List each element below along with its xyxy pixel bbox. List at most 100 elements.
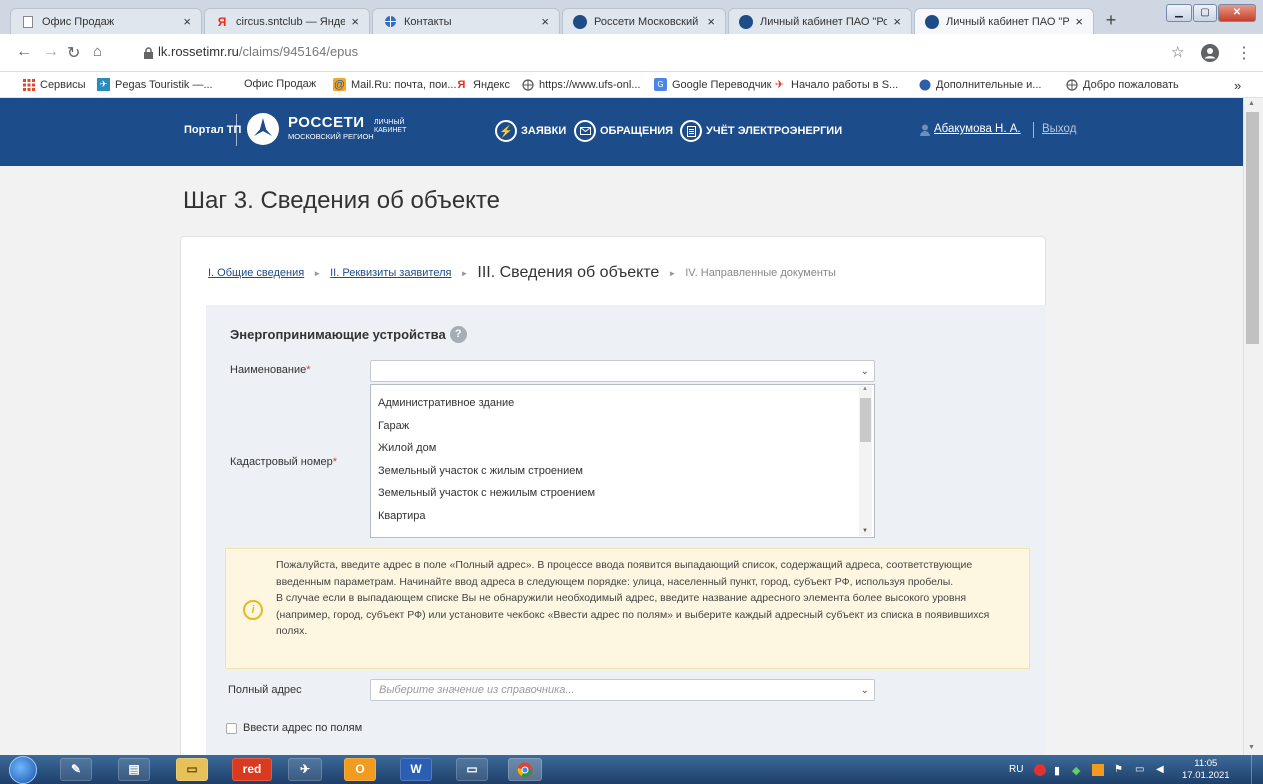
bookmark-google-translate[interactable]: G Google Переводчик bbox=[654, 78, 772, 91]
url-field[interactable]: lk.rossetimr.ru/claims/945164/epus bbox=[158, 44, 358, 59]
full-address-select[interactable]: Выберите значение из справочника... ⌄ bbox=[370, 679, 875, 701]
yandex-icon: Я bbox=[457, 78, 466, 91]
tab-contacts[interactable]: Контакты × bbox=[372, 8, 560, 34]
bookmark-mailru[interactable]: @ Mail.Ru: почта, пои... bbox=[333, 78, 457, 91]
network-icon[interactable]: ▮ bbox=[1054, 764, 1060, 777]
nav-label: ОБРАЩЕНИЯ bbox=[600, 125, 674, 137]
chevron-down-icon[interactable]: ⌄ bbox=[861, 685, 869, 696]
paint-icon[interactable]: ✎ bbox=[60, 758, 92, 781]
clock[interactable]: 11:05 17.01.2021 bbox=[1182, 758, 1230, 782]
extension-icon bbox=[918, 78, 931, 91]
bookmarks-bar: Сервисы ✈ Pegas Touristik —... Офис Прод… bbox=[0, 72, 1263, 98]
kebab-menu-icon[interactable]: ⋮ bbox=[1236, 43, 1252, 63]
bookmark-ufs[interactable]: https://www.ufs-onl... bbox=[521, 78, 640, 91]
notepad-icon[interactable]: ▤ bbox=[118, 758, 150, 781]
bookmark-pegas[interactable]: ✈ Pegas Touristik —... bbox=[97, 78, 213, 91]
profile-icon[interactable] bbox=[1200, 43, 1220, 63]
address-by-fields-label[interactable]: Ввести адрес по полям bbox=[243, 722, 362, 734]
bookmarks-overflow-button[interactable]: » bbox=[1234, 78, 1241, 93]
dropdown-option[interactable]: Квартира bbox=[378, 510, 426, 522]
folder-icon[interactable]: ▭ bbox=[176, 758, 208, 781]
window-icon[interactable]: ▭ bbox=[456, 758, 488, 781]
new-tab-button[interactable]: + bbox=[1099, 10, 1123, 32]
breadcrumb-applicant-details[interactable]: II. Реквизиты заявителя bbox=[330, 267, 451, 279]
dropdown-option[interactable]: Жилой дом bbox=[378, 442, 436, 454]
bookmark-yandex[interactable]: Я Яндекс bbox=[455, 78, 510, 91]
info-paragraph-2: В случае если в выпадающем списке Вы не … bbox=[276, 592, 990, 637]
bookmark-office-sales[interactable]: Офис Продаж bbox=[244, 78, 316, 90]
minimize-button[interactable]: ▁ bbox=[1166, 4, 1192, 22]
word-icon[interactable]: W bbox=[400, 758, 432, 781]
outlook-icon[interactable]: O bbox=[344, 758, 376, 781]
scroll-up-icon[interactable]: ▲ bbox=[1248, 100, 1255, 107]
lock-icon bbox=[144, 47, 153, 59]
red-app-icon[interactable]: red bbox=[232, 758, 272, 781]
logout-link[interactable]: Выход bbox=[1042, 123, 1076, 135]
bookmark-getting-started[interactable]: ✈ Начало работы в S... bbox=[773, 78, 898, 92]
breadcrumb-sent-documents: IV. Направленные документы bbox=[685, 267, 836, 279]
breadcrumb-general-info[interactable]: I. Общие сведения bbox=[208, 267, 304, 279]
name-select[interactable]: ⌄ bbox=[370, 360, 875, 382]
tab-rosseti-region[interactable]: Россети Московский рег × bbox=[562, 8, 726, 34]
close-icon[interactable]: × bbox=[183, 14, 191, 29]
tab-personal-cabinet-1[interactable]: Личный кабинет ПАО "Ро × bbox=[728, 8, 912, 34]
antivirus-icon[interactable] bbox=[1034, 764, 1046, 776]
language-indicator[interactable]: RU bbox=[1009, 764, 1023, 775]
dropdown-option[interactable]: Административное здание bbox=[378, 397, 514, 409]
globe-icon bbox=[1065, 78, 1078, 91]
plane-icon: ✈ bbox=[774, 79, 785, 91]
tab-yandex-search[interactable]: Я circus.sntclub — Яндекс: н × bbox=[204, 8, 370, 34]
forward-icon[interactable]: → bbox=[43, 43, 59, 61]
bookmark-services[interactable]: Сервисы bbox=[22, 78, 86, 91]
outlook-tray-icon[interactable] bbox=[1092, 764, 1104, 776]
show-desktop-button[interactable] bbox=[1251, 755, 1263, 784]
close-icon[interactable]: × bbox=[541, 14, 549, 29]
scroll-down-icon[interactable]: ▼ bbox=[862, 528, 868, 534]
tray-app-icon[interactable]: ◆ bbox=[1072, 764, 1080, 777]
dropdown-option[interactable]: Гараж bbox=[378, 420, 409, 432]
display-icon[interactable]: ▭ bbox=[1135, 764, 1144, 775]
flag-icon[interactable]: ⚑ bbox=[1114, 764, 1123, 775]
name-dropdown-list[interactable]: Административное здание Гараж Жилой дом … bbox=[370, 384, 875, 538]
bookmark-welcome[interactable]: Добро пожаловать bbox=[1065, 78, 1179, 91]
close-icon[interactable]: × bbox=[707, 14, 715, 29]
close-icon[interactable]: × bbox=[893, 14, 901, 29]
dropdown-scrollbar-thumb[interactable] bbox=[860, 398, 871, 442]
pegas-icon: ✈ bbox=[97, 78, 110, 91]
portal-label[interactable]: Портал ТП bbox=[184, 124, 241, 136]
close-window-button[interactable]: ✕ bbox=[1218, 4, 1256, 22]
plane-icon[interactable]: ✈ bbox=[288, 758, 322, 781]
address-info-text: Пожалуйста, введите адрес в поле «Полный… bbox=[276, 557, 1018, 640]
reload-icon[interactable]: ↻ bbox=[67, 43, 80, 63]
rosseti-logo-icon[interactable] bbox=[246, 112, 280, 146]
maximize-button[interactable]: ▢ bbox=[1193, 4, 1217, 22]
nav-electricity-metering[interactable]: УЧЁТ ЭЛЕКТРОЭНЕРГИИ bbox=[680, 120, 842, 142]
close-icon[interactable]: × bbox=[1075, 14, 1083, 29]
scroll-down-icon[interactable]: ▼ bbox=[1248, 744, 1255, 751]
tab-office-sales[interactable]: Офис Продаж × bbox=[10, 8, 202, 34]
user-profile-link[interactable]: Абакумова Н. А. bbox=[934, 123, 1021, 135]
section-title-text: Энергопринимающие устройства bbox=[230, 327, 446, 342]
home-icon[interactable]: ⌂ bbox=[93, 43, 102, 60]
help-icon[interactable]: ? bbox=[449, 326, 467, 343]
tab-personal-cabinet-active[interactable]: Личный кабинет ПАО "Ро × bbox=[914, 8, 1094, 34]
bookmark-extensions[interactable]: Дополнительные и... bbox=[918, 78, 1041, 91]
tab-label: Контакты bbox=[404, 15, 452, 28]
close-icon[interactable]: × bbox=[351, 14, 359, 29]
chevron-down-icon[interactable]: ⌄ bbox=[861, 366, 869, 377]
page-scrollbar-thumb[interactable] bbox=[1246, 112, 1259, 344]
back-icon[interactable]: ← bbox=[16, 43, 32, 61]
dropdown-option[interactable]: Земельный участок с нежилым строением bbox=[378, 487, 595, 499]
scroll-up-icon[interactable]: ▲ bbox=[862, 386, 868, 392]
address-bar-row: ← → ↻ ⌂ lk.rossetimr.ru/claims/945164/ep… bbox=[0, 34, 1263, 72]
star-icon[interactable]: ☆ bbox=[1171, 43, 1184, 61]
dropdown-option[interactable]: Земельный участок с жилым строением bbox=[378, 465, 583, 477]
start-button[interactable] bbox=[9, 756, 37, 784]
chrome-icon[interactable] bbox=[508, 758, 542, 781]
address-by-fields-checkbox[interactable] bbox=[226, 723, 237, 734]
required-mark: * bbox=[306, 364, 311, 376]
volume-icon[interactable]: ◀ bbox=[1156, 764, 1164, 775]
nav-claims[interactable]: ⚡ ЗАЯВКИ bbox=[495, 120, 566, 142]
nav-appeals[interactable]: ОБРАЩЕНИЯ bbox=[574, 120, 673, 142]
user-icon bbox=[920, 124, 930, 136]
